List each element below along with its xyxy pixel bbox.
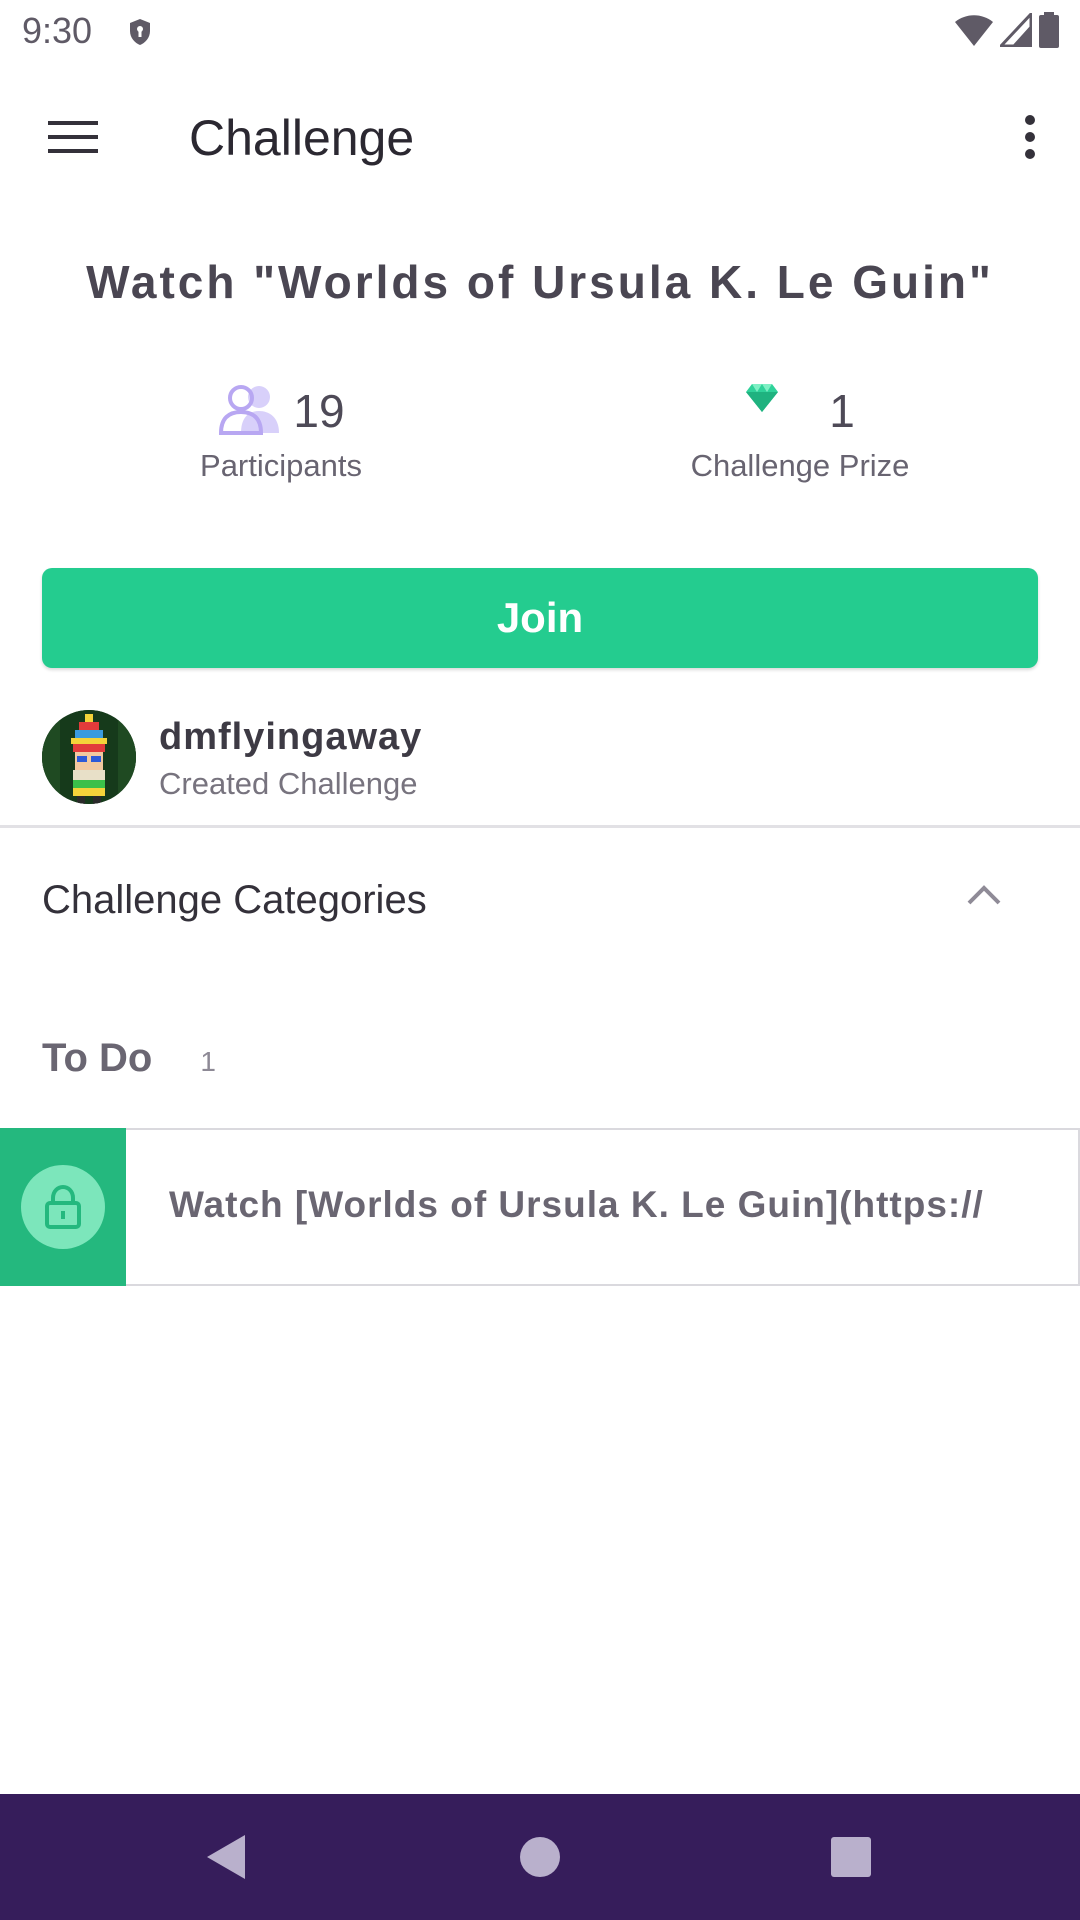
- participants-count: 19: [293, 385, 345, 437]
- app-bar: Challenge: [0, 63, 1080, 211]
- hamburger-menu-icon[interactable]: [36, 109, 110, 165]
- creator-name[interactable]: dmflyingaway: [159, 716, 422, 759]
- page-title: Challenge: [189, 110, 415, 166]
- lock-icon: [21, 1165, 105, 1249]
- signal-icon: [997, 10, 1033, 52]
- creator-subtitle: Created Challenge: [159, 766, 418, 801]
- prize-value: 1: [829, 385, 855, 437]
- challenge-categories-toggle[interactable]: Challenge Categories: [0, 840, 1080, 960]
- gem-icon: [745, 383, 779, 418]
- task-lock-area: [0, 1128, 126, 1286]
- status-icons: [954, 10, 1060, 53]
- participants-label: Participants: [200, 448, 362, 483]
- more-vert-icon[interactable]: [1002, 107, 1058, 167]
- participants-stat: 19 Participants: [101, 380, 461, 484]
- back-icon[interactable]: [192, 1824, 258, 1890]
- categories-label: Challenge Categories: [42, 878, 427, 922]
- wifi-icon: [954, 13, 994, 52]
- status-bar: 9:30: [0, 0, 1080, 63]
- join-button[interactable]: Join: [42, 568, 1038, 668]
- todo-header: To Do 1: [42, 1036, 216, 1081]
- people-icon: [217, 383, 283, 440]
- shield-icon: [128, 18, 152, 51]
- challenge-title: Watch "Worlds of Ursula K. Le Guin": [86, 256, 994, 308]
- home-icon[interactable]: [507, 1824, 573, 1890]
- avatar[interactable]: [42, 710, 136, 804]
- navigation-bar: [0, 1794, 1080, 1920]
- recents-icon[interactable]: [818, 1824, 884, 1890]
- task-row[interactable]: Watch [Worlds of Ursula K. Le Guin](http…: [0, 1128, 1080, 1286]
- task-text[interactable]: Watch [Worlds of Ursula K. Le Guin](http…: [169, 1184, 984, 1226]
- status-time: 9:30: [22, 10, 93, 51]
- prize-label: Challenge Prize: [690, 448, 910, 483]
- battery-icon: [1038, 12, 1060, 53]
- prize-stat: 1 Challenge Prize: [620, 380, 980, 484]
- todo-count: 1: [200, 1046, 216, 1077]
- chevron-up-icon[interactable]: [966, 884, 1002, 911]
- creator-row[interactable]: dmflyingaway Created Challenge: [0, 706, 1080, 828]
- todo-title: To Do: [42, 1036, 153, 1080]
